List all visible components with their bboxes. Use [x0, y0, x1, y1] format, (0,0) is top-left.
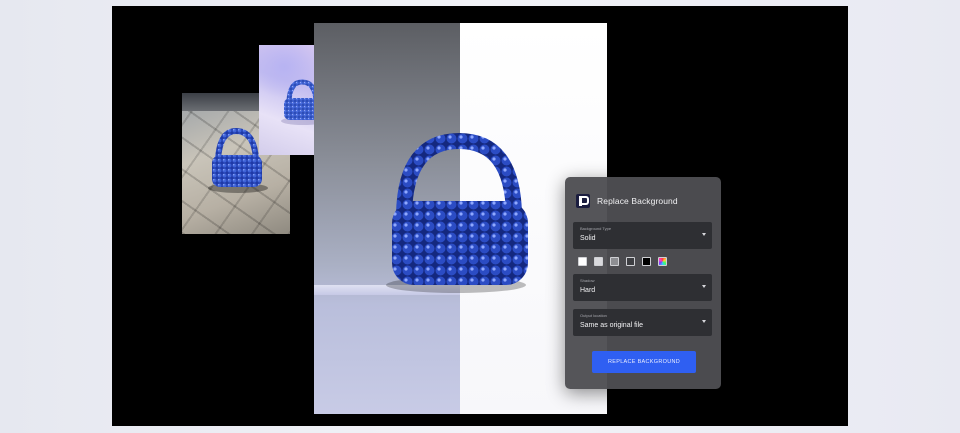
field-label: Shadow	[580, 278, 595, 283]
swatch-gray[interactable]	[610, 257, 619, 266]
field-value: Solid	[580, 235, 596, 242]
field-label: Background Type	[580, 226, 612, 231]
swatch-multicolor[interactable]	[658, 257, 667, 266]
swatch-black[interactable]	[642, 257, 651, 266]
chevron-down-icon	[702, 320, 706, 323]
swatch-light-gray[interactable]	[594, 257, 603, 266]
color-swatches	[578, 257, 667, 266]
panel-header: Replace Background	[576, 194, 678, 208]
bag-image	[386, 132, 528, 293]
replace-background-panel: Replace Background Background Type Solid…	[565, 177, 721, 389]
field-label: Output location	[580, 313, 607, 318]
canvas	[112, 6, 848, 426]
app-logo-icon	[576, 194, 590, 208]
field-value: Hard	[580, 287, 596, 294]
field-value: Same as original file	[580, 322, 644, 329]
background-type-select[interactable]: Background Type Solid	[573, 222, 712, 249]
swatch-dark-gray[interactable]	[626, 257, 635, 266]
shadow-select[interactable]: Shadow Hard	[573, 274, 712, 301]
replace-background-button[interactable]: REPLACE BACKGROUND	[592, 351, 696, 373]
chevron-down-icon	[702, 233, 706, 236]
swatch-white[interactable]	[578, 257, 587, 266]
chevron-down-icon	[702, 285, 706, 288]
output-location-select[interactable]: Output location Same as original file	[573, 309, 712, 336]
main-photo[interactable]	[314, 23, 607, 414]
panel-title: Replace Background	[597, 196, 678, 206]
